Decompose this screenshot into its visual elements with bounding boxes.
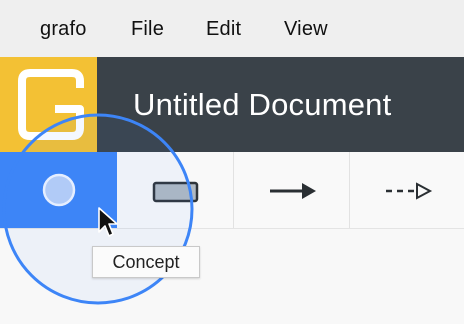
circle-icon xyxy=(42,173,76,207)
document-title[interactable]: Untitled Document xyxy=(133,87,391,123)
concept-tool-button[interactable] xyxy=(0,152,117,228)
rectangle-tool-button[interactable] xyxy=(117,152,233,228)
menu-file[interactable]: File xyxy=(131,17,164,41)
shape-toolbar xyxy=(0,152,464,229)
grafo-logo-icon xyxy=(18,69,84,140)
app-header: Untitled Document xyxy=(0,57,464,152)
arrow-icon xyxy=(270,183,316,199)
menu-bar: grafo File Edit View xyxy=(0,0,464,57)
dashed-arrow-icon xyxy=(386,182,433,200)
menu-view[interactable]: View xyxy=(284,17,328,41)
dashed-arrow-tool-button[interactable] xyxy=(349,152,464,228)
menu-grafo[interactable]: grafo xyxy=(40,17,87,41)
arrow-tool-button[interactable] xyxy=(233,152,350,228)
rectangle-icon xyxy=(152,181,199,203)
menu-edit[interactable]: Edit xyxy=(206,17,241,41)
grafo-logo[interactable] xyxy=(0,57,97,152)
concept-tooltip: Concept xyxy=(92,246,200,278)
